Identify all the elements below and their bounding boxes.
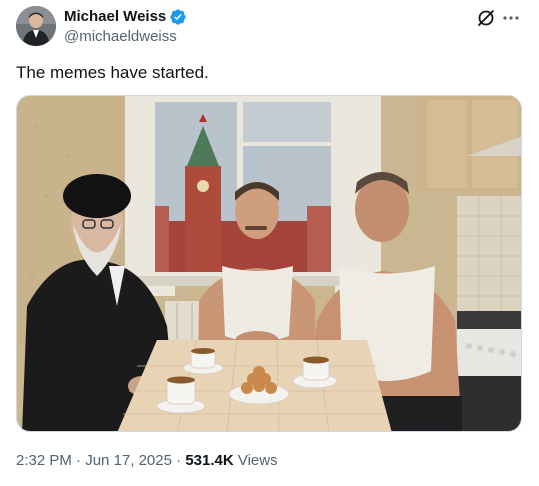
verified-badge-icon <box>170 9 186 25</box>
avatar-image <box>16 6 56 46</box>
tweet-date[interactable]: Jun 17, 2025 <box>85 452 172 469</box>
author-name-text[interactable]: Michael Weiss <box>64 8 166 26</box>
more-icon[interactable] <box>500 8 522 28</box>
meta-separator: · <box>171 452 186 469</box>
author-handle[interactable]: @michaeldweiss <box>64 28 177 46</box>
views-count: 531.4K <box>185 452 234 469</box>
avatar[interactable] <box>16 6 56 46</box>
views-label: Views <box>233 452 278 469</box>
tweet-time[interactable]: 2:32 PM <box>16 452 72 469</box>
tweet-text: The memes have started. <box>16 63 209 82</box>
meta-separator: · <box>71 452 86 469</box>
tweet-media-photo[interactable] <box>16 95 522 432</box>
tweet-meta: 2:32 PM · Jun 17, 2025 · 531.4K Views <box>16 451 278 471</box>
kitchen-scene-image <box>17 96 521 431</box>
author-name[interactable]: Michael Weiss <box>64 8 187 26</box>
grok-icon[interactable] <box>476 8 496 28</box>
